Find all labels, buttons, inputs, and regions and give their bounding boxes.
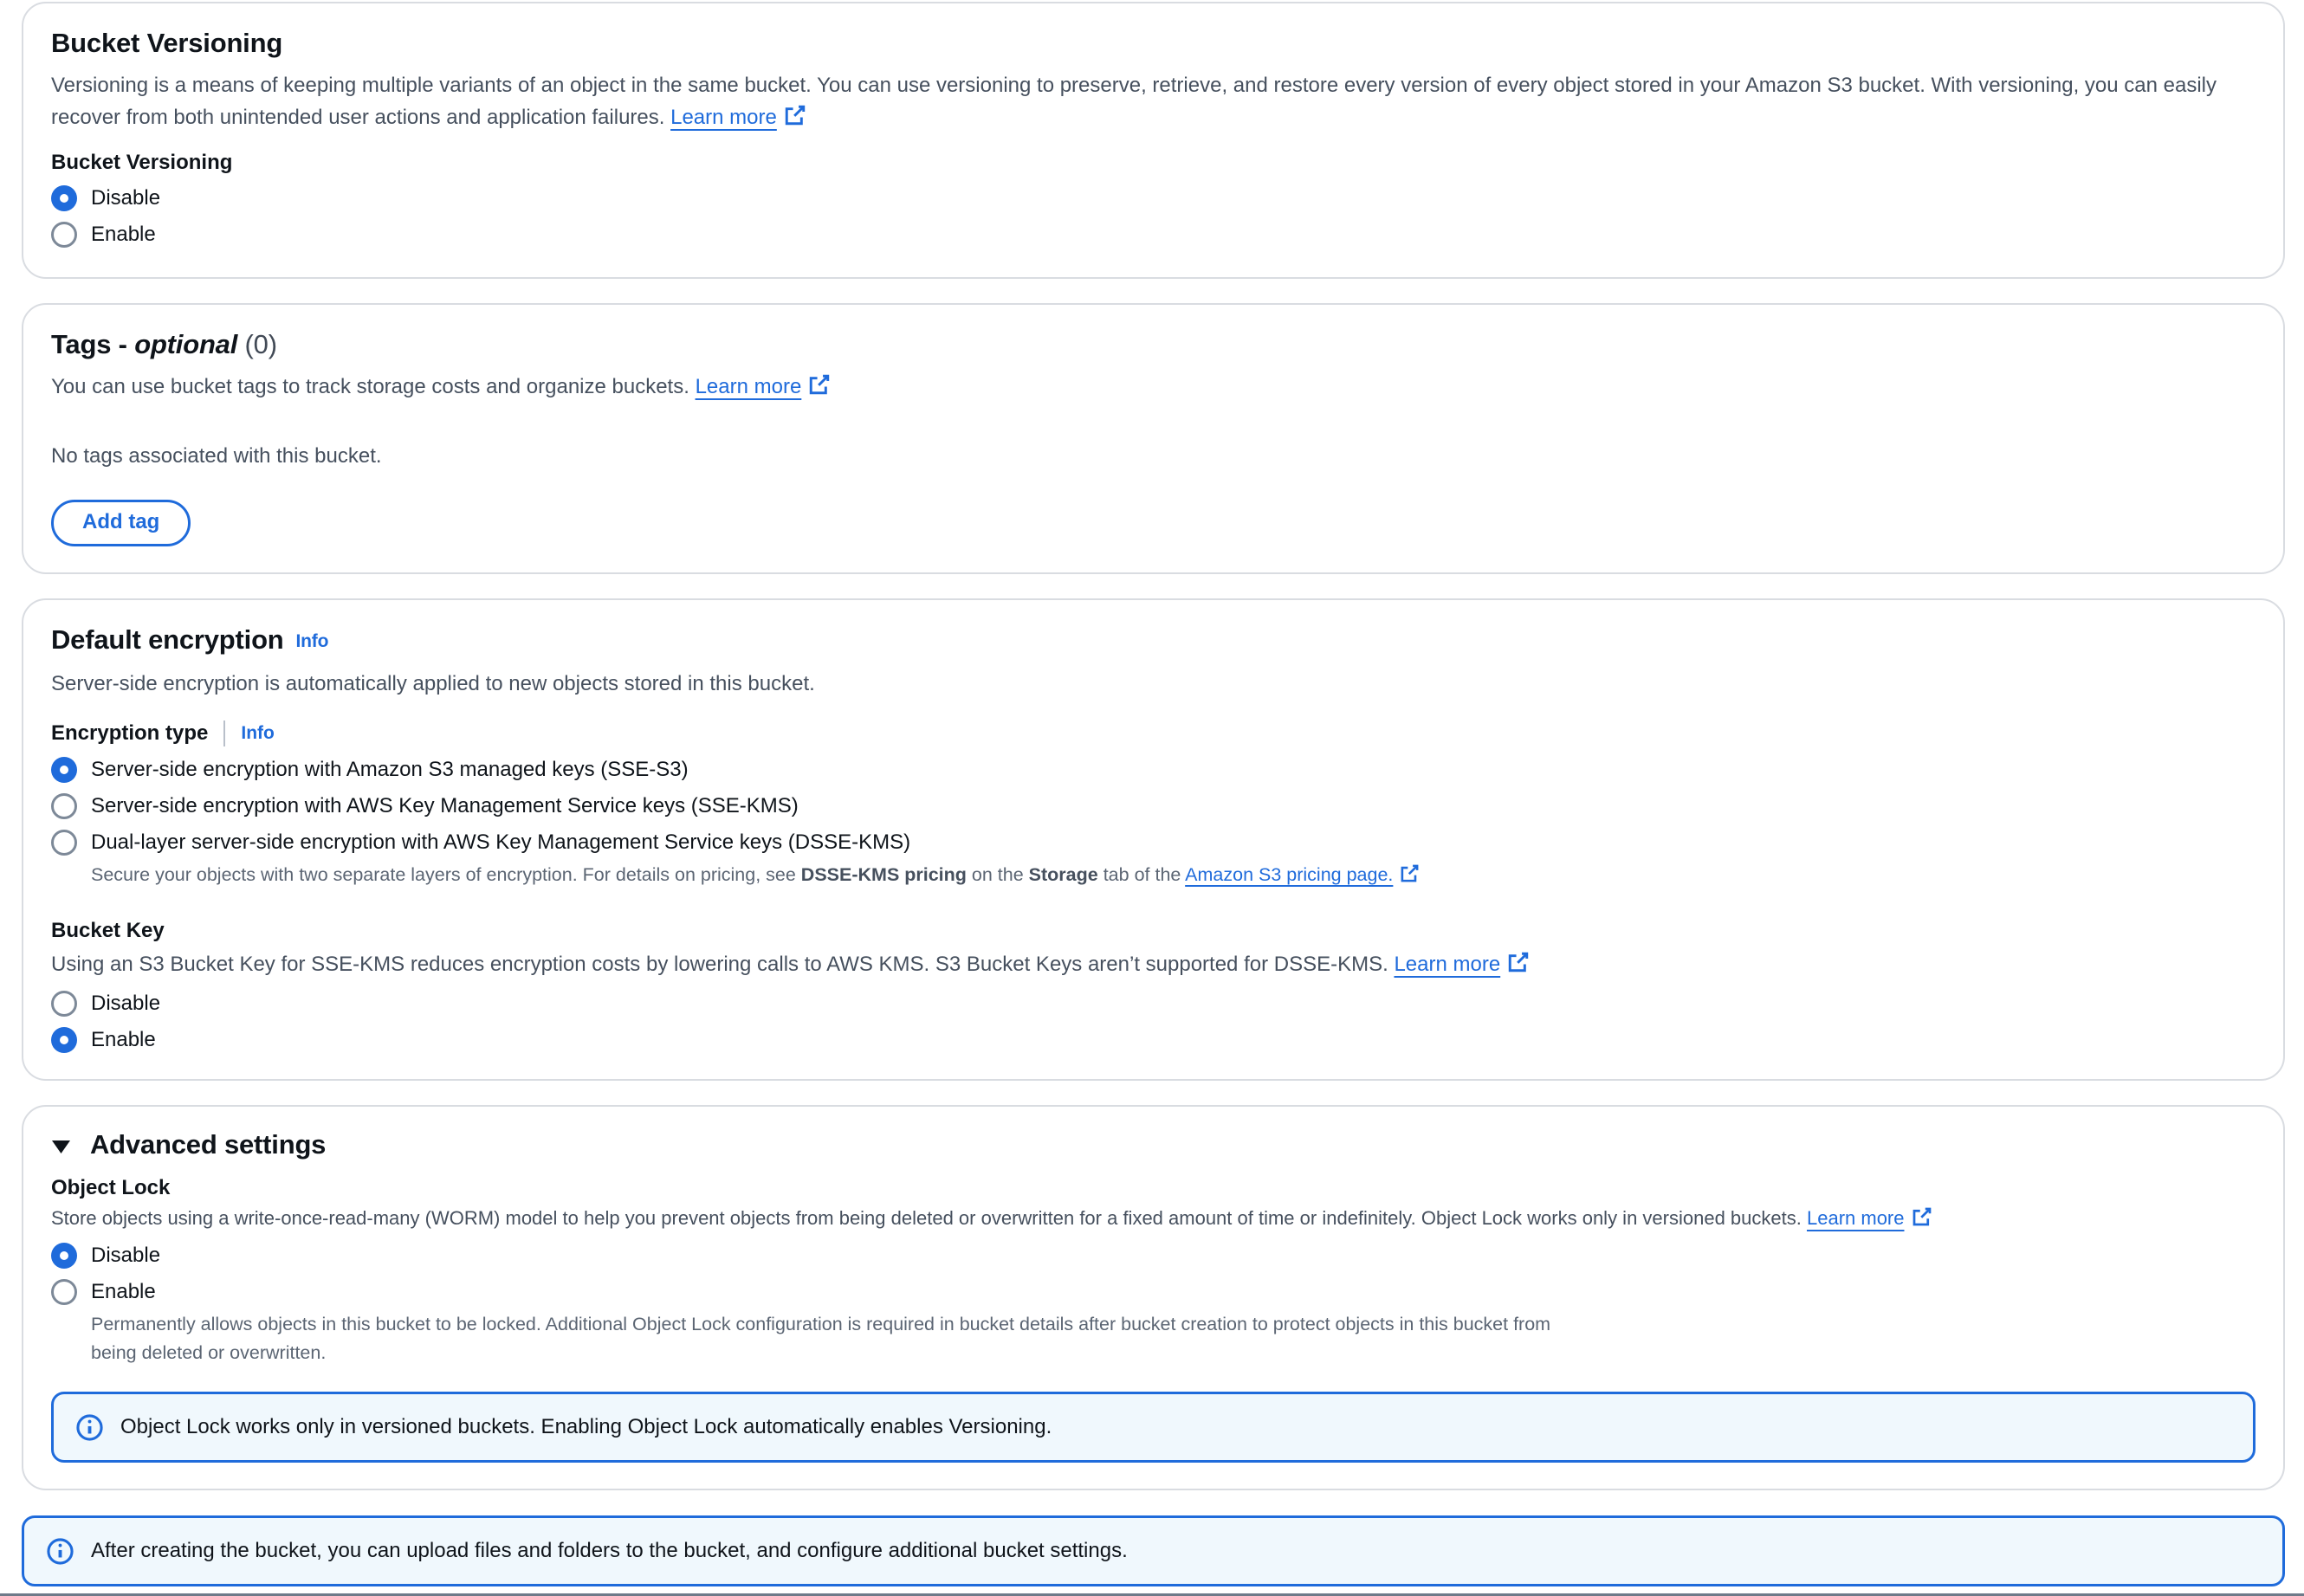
versioning-radio-disable[interactable]: Disable: [51, 185, 160, 211]
bucket-versioning-description: Versioning is a means of keeping multipl…: [51, 69, 2255, 133]
object-lock-description: Store objects using a write-once-read-ma…: [51, 1204, 2255, 1232]
object-lock-enable-note: Permanently allows objects in this bucke…: [91, 1310, 1563, 1367]
bucket-key-learn-more-link[interactable]: Learn more: [1394, 953, 1530, 976]
radio-label: Server-side encryption with AWS Key Mana…: [91, 794, 799, 818]
radio-label: Disable: [91, 1244, 160, 1268]
external-link-icon: [1400, 863, 1420, 883]
radio-label: Disable: [91, 992, 160, 1016]
external-link-icon: [1912, 1206, 1932, 1227]
object-lock-learn-more-link[interactable]: Learn more: [1807, 1207, 1932, 1229]
radio-button-icon[interactable]: [51, 991, 77, 1017]
radio-button-icon[interactable]: [51, 222, 77, 248]
radio-button-icon[interactable]: [51, 185, 77, 211]
bucket-key-radio-enable[interactable]: Enable: [51, 1027, 156, 1053]
radio-button-icon[interactable]: [51, 830, 77, 856]
default-encryption-info-link[interactable]: Info: [296, 631, 329, 651]
tags-empty-message: No tags associated with this bucket.: [51, 444, 2255, 468]
info-icon: [47, 1538, 74, 1565]
post-create-info-alert: After creating the bucket, you can uploa…: [22, 1515, 2285, 1586]
external-link-icon: [1507, 951, 1530, 973]
add-tag-button[interactable]: Add tag: [51, 500, 191, 546]
radio-button-icon[interactable]: [51, 793, 77, 819]
vertical-divider: [223, 720, 225, 746]
encryption-type-row: Encryption type Info: [51, 720, 2255, 746]
object-lock-radio-disable[interactable]: Disable: [51, 1243, 160, 1269]
radio-label: Enable: [91, 223, 156, 247]
versioning-radio-enable[interactable]: Enable: [51, 222, 156, 248]
radio-button-icon[interactable]: [51, 1243, 77, 1269]
object-lock-radio-enable[interactable]: Enable: [51, 1279, 156, 1305]
caret-down-icon: [51, 1140, 71, 1154]
encryption-radio-sse-kms[interactable]: Server-side encryption with AWS Key Mana…: [51, 793, 799, 819]
bucket-key-radio-disable[interactable]: Disable: [51, 991, 160, 1017]
bucket-key-label: Bucket Key: [51, 919, 2255, 943]
tags-description: You can use bucket tags to track storage…: [51, 371, 2255, 403]
encryption-type-info-link[interactable]: Info: [241, 723, 274, 744]
radio-label: Enable: [91, 1280, 156, 1304]
object-lock-label: Object Lock: [51, 1176, 2255, 1200]
external-link-icon: [808, 373, 831, 396]
info-icon: [76, 1414, 103, 1441]
radio-label: Disable: [91, 186, 160, 210]
bucket-versioning-field-label: Bucket Versioning: [51, 151, 2255, 175]
bucket-versioning-title: Bucket Versioning: [51, 26, 2255, 61]
advanced-settings-toggle[interactable]: Advanced settings: [51, 1129, 326, 1160]
tags-title: Tags - optional (0): [51, 327, 2255, 362]
advanced-settings-card: Advanced settings Object Lock Store obje…: [22, 1105, 2285, 1490]
radio-label: Dual-layer server-side encryption with A…: [91, 830, 910, 855]
default-encryption-title: Default encryptionInfo: [51, 623, 2255, 659]
advanced-settings-title: Advanced settings: [90, 1129, 326, 1160]
default-encryption-description: Server-side encryption is automatically …: [51, 668, 2255, 700]
default-encryption-card: Default encryptionInfo Server-side encry…: [22, 598, 2285, 1081]
tags-count: (0): [237, 329, 277, 359]
create-bucket-settings-page: Bucket Versioning Versioning is a means …: [0, 2, 2304, 1596]
dsse-kms-note: Secure your objects with two separate la…: [91, 861, 2255, 889]
alert-text: Object Lock works only in versioned buck…: [120, 1415, 1052, 1439]
radio-button-icon[interactable]: [51, 1027, 77, 1053]
bucket-key-description: Using an S3 Bucket Key for SSE-KMS reduc…: [51, 948, 2255, 980]
bucket-versioning-card: Bucket Versioning Versioning is a means …: [22, 2, 2285, 279]
tags-card: Tags - optional (0) You can use bucket t…: [22, 303, 2285, 574]
radio-button-icon[interactable]: [51, 757, 77, 783]
tags-learn-more-link[interactable]: Learn more: [696, 375, 832, 398]
radio-label: Enable: [91, 1028, 156, 1052]
versioning-learn-more-link[interactable]: Learn more: [670, 106, 806, 129]
encryption-type-label: Encryption type: [51, 721, 208, 746]
external-link-icon: [784, 104, 806, 126]
object-lock-info-alert: Object Lock works only in versioned buck…: [51, 1392, 2255, 1463]
alert-text: After creating the bucket, you can uploa…: [91, 1539, 1128, 1563]
s3-pricing-page-link[interactable]: Amazon S3 pricing page.: [1185, 864, 1420, 885]
encryption-radio-sse-s3[interactable]: Server-side encryption with Amazon S3 ma…: [51, 757, 689, 783]
encryption-radio-dsse-kms[interactable]: Dual-layer server-side encryption with A…: [51, 830, 910, 856]
radio-button-icon[interactable]: [51, 1279, 77, 1305]
radio-label: Server-side encryption with Amazon S3 ma…: [91, 758, 689, 782]
